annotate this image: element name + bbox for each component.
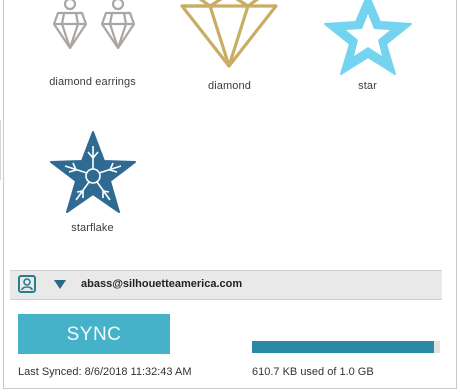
star-icon	[323, 0, 412, 75]
library-item-label: diamond	[208, 80, 251, 92]
starflake-icon	[49, 131, 136, 213]
library-item-label: starflake	[71, 222, 114, 234]
library-item-star[interactable]: star	[310, 0, 425, 92]
storage-usage-fill	[252, 341, 435, 353]
library-item-diamond-earrings[interactable]: diamond earrings	[35, 0, 150, 88]
library-item-diamond[interactable]: diamond	[172, 0, 287, 92]
last-synced-text: Last Synced: 8/6/2018 11:32:43 AM	[18, 366, 192, 378]
account-email: abass@silhouetteamerica.com	[81, 278, 243, 290]
library-item-label: diamond earrings	[49, 76, 136, 88]
user-icon[interactable]	[18, 275, 36, 293]
diamond-icon	[180, 0, 278, 68]
sync-button[interactable]: SYNC	[18, 314, 170, 354]
account-bar: abass@silhouetteamerica.com	[10, 270, 442, 300]
storage-usage-text: 610.7 KB used of 1.0 GB	[252, 366, 374, 378]
diamond-earrings-icon	[52, 0, 135, 50]
library-item-starflake[interactable]: starflake	[35, 130, 150, 234]
library-item-label: star	[358, 80, 377, 92]
storage-usage-bar	[252, 341, 440, 353]
panel-divider	[0, 120, 4, 180]
chevron-down-icon[interactable]	[54, 280, 66, 289]
